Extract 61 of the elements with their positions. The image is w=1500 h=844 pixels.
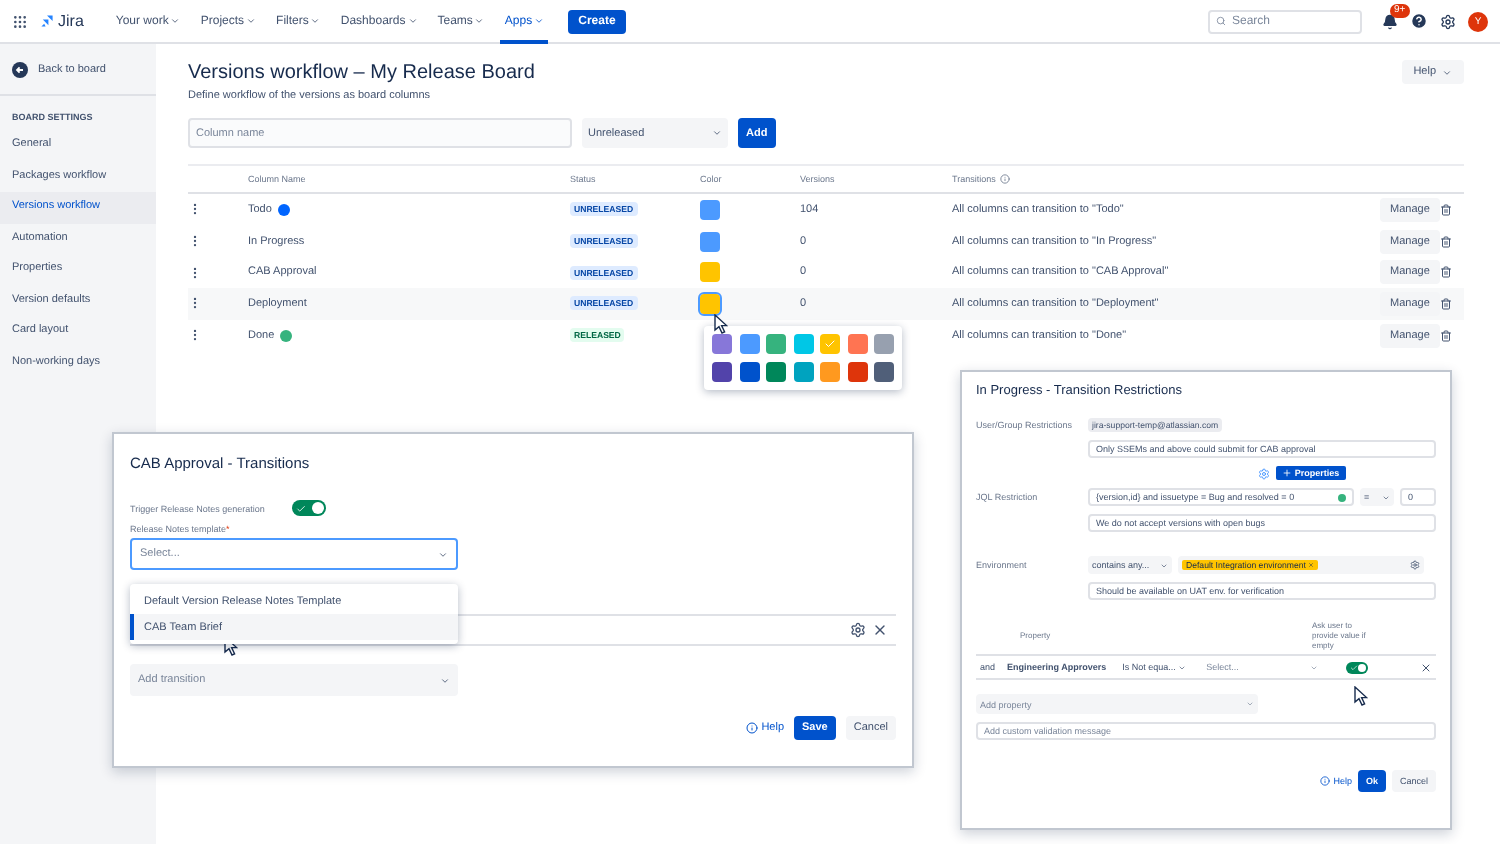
info-icon [1319, 776, 1330, 786]
search-icon [1216, 16, 1226, 26]
chevron-down-icon [440, 675, 450, 685]
color-swatch[interactable] [700, 293, 720, 314]
color-swatch[interactable] [700, 199, 720, 220]
settings-icon[interactable] [850, 622, 866, 638]
settings-icon[interactable] [1440, 13, 1456, 29]
drag-handle-icon[interactable] [188, 265, 202, 280]
drag-handle-icon[interactable] [188, 296, 202, 311]
color-option[interactable] [874, 361, 894, 381]
chevron-down-icon [310, 16, 321, 26]
app-switcher-icon[interactable] [12, 13, 28, 29]
toggle-switch[interactable] [292, 500, 327, 516]
delete-icon[interactable] [1440, 203, 1452, 216]
color-option[interactable] [739, 334, 759, 354]
help-icon[interactable] [1410, 12, 1428, 30]
back-arrow-icon [12, 62, 28, 78]
color-option[interactable] [820, 361, 840, 381]
chevron-down-icon [246, 16, 257, 26]
chevron-down-icon [534, 16, 545, 26]
color-swatch[interactable] [700, 231, 720, 252]
chevron-down-icon [712, 128, 722, 138]
color-option[interactable] [874, 334, 894, 354]
notification-icon[interactable] [1382, 13, 1398, 29]
drag-handle-icon[interactable] [188, 328, 202, 343]
gear-icon [1410, 560, 1420, 570]
delete-icon[interactable] [1440, 329, 1452, 342]
color-swatch[interactable] [700, 262, 720, 283]
drag-handle-icon[interactable] [188, 234, 202, 249]
color-option[interactable] [712, 361, 732, 381]
close-icon[interactable] [872, 622, 888, 638]
color-option[interactable] [793, 334, 813, 354]
color-option[interactable] [847, 334, 867, 354]
toggle-switch[interactable] [1346, 661, 1369, 673]
delete-icon[interactable] [1440, 235, 1452, 248]
chevron-down-icon [438, 549, 448, 559]
chevron-down-icon [474, 16, 485, 26]
color-option[interactable] [847, 361, 867, 381]
cursor-icon [1354, 686, 1368, 706]
color-option[interactable] [739, 361, 759, 381]
color-option[interactable] [793, 361, 813, 381]
delete-icon[interactable] [1440, 297, 1452, 310]
color-option[interactable] [766, 334, 786, 354]
color-option[interactable] [712, 334, 732, 354]
check-icon [824, 338, 836, 350]
color-option[interactable] [766, 361, 786, 381]
drag-handle-icon[interactable] [188, 202, 202, 217]
info-icon [745, 722, 758, 734]
chevron-down-icon [170, 16, 181, 26]
chevron-down-icon [1442, 67, 1452, 77]
app-logo-text: Jira [58, 12, 84, 30]
delete-icon[interactable] [1440, 266, 1452, 279]
info-icon [999, 174, 1010, 184]
plus-icon [1282, 468, 1293, 478]
logo-icon [40, 14, 54, 28]
check-icon [296, 503, 307, 513]
page-title: Versions workflow – My Release Board [188, 61, 535, 83]
chevron-down-icon [407, 16, 418, 26]
close-icon[interactable] [1420, 661, 1432, 673]
color-option[interactable] [820, 334, 840, 354]
check-icon [1350, 663, 1359, 671]
